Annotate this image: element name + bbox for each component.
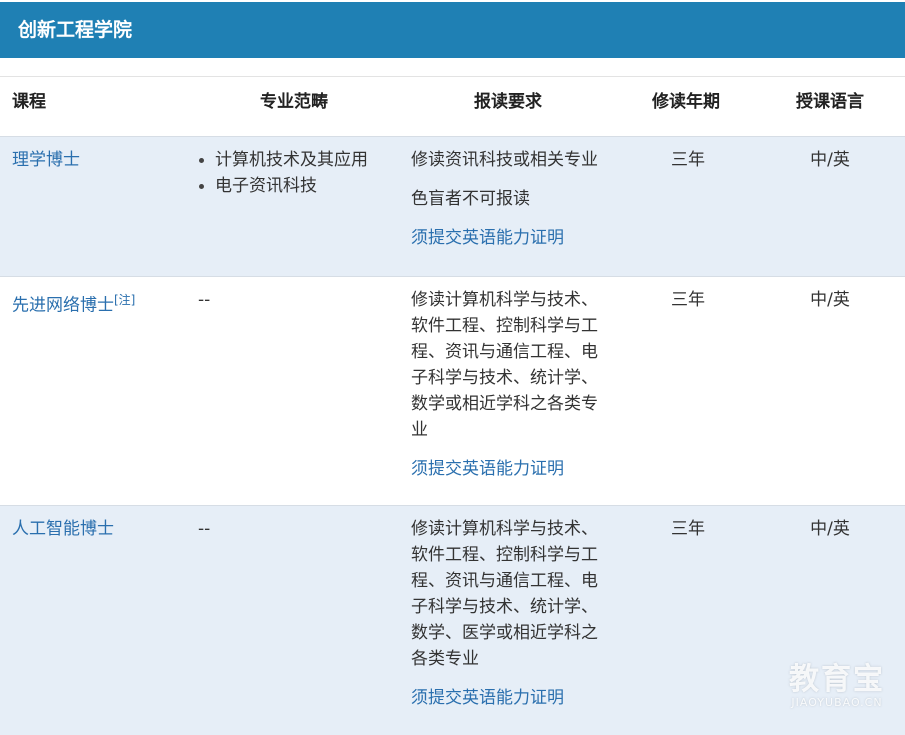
column-header-language: 授课语言 — [796, 92, 864, 112]
english-proof-link[interactable]: 须提交英语能力证明 — [411, 688, 564, 708]
duration-cell: 三年 — [671, 150, 705, 170]
section-title: 创新工程学院 — [18, 19, 133, 41]
range-item-label: 计算机技术及其应用 — [215, 150, 368, 170]
watermark-domain: JIAOYUBAO.CN — [791, 696, 883, 709]
column-header-range: 专业范畴 — [260, 92, 328, 112]
range-list: 计算机技术及其应用 电子资讯科技 — [198, 147, 368, 199]
bullet-icon — [199, 184, 204, 189]
course-link[interactable]: 人工智能博士 — [12, 519, 114, 539]
english-proof-link[interactable]: 须提交英语能力证明 — [411, 459, 564, 479]
column-header-course: 课程 — [12, 92, 46, 112]
range-cell: -- — [198, 290, 211, 310]
language-cell: 中/英 — [810, 519, 850, 539]
requirement-text: 修读计算机科学与技术、软件工程、控制科学与工程、资讯与通信工程、电子科学与技术、… — [411, 290, 598, 440]
column-header-requirements: 报读要求 — [474, 92, 542, 112]
duration-cell: 三年 — [671, 290, 705, 310]
table-row: 人工智能博士 -- 修读计算机科学与技术、软件工程、控制科学与工程、资讯与通信工… — [0, 505, 905, 735]
requirements-cell: 修读计算机科学与技术、软件工程、控制科学与工程、资讯与通信工程、电子科学与技术、… — [411, 287, 607, 495]
range-item-label: 电子资讯科技 — [215, 176, 317, 196]
language-cell: 中/英 — [810, 290, 850, 310]
program-table: 课程 专业范畴 报读要求 修读年期 授课语言 理学博士 计算机技术及其应用 电子… — [0, 76, 905, 735]
course-cell: 先进网络博士[注] — [12, 287, 135, 319]
requirements-cell: 修读计算机科学与技术、软件工程、控制科学与工程、资讯与通信工程、电子科学与技术、… — [411, 516, 607, 724]
requirements-cell: 修读资讯科技或相关专业 色盲者不可报读 须提交英语能力证明 — [411, 147, 607, 264]
course-cell: 理学博士 — [12, 147, 80, 173]
watermark-text: 教育宝 — [789, 662, 885, 697]
section-header: 创新工程学院 — [0, 2, 905, 58]
duration-cell: 三年 — [671, 519, 705, 539]
table-header-row: 课程 专业范畴 报读要求 修读年期 授课语言 — [0, 77, 905, 136]
language-cell: 中/英 — [810, 150, 850, 170]
list-item: 电子资讯科技 — [198, 173, 368, 199]
list-item: 计算机技术及其应用 — [198, 147, 368, 173]
note-marker[interactable]: [注] — [114, 293, 135, 307]
requirement-text: 色盲者不可报读 — [411, 189, 530, 209]
course-link[interactable]: 理学博士 — [12, 150, 80, 170]
table-row: 理学博士 计算机技术及其应用 电子资讯科技 修读资讯科技或相关专业 色盲者不可报… — [0, 136, 905, 276]
range-cell: 计算机技术及其应用 电子资讯科技 — [198, 147, 368, 199]
bullet-icon — [199, 158, 204, 163]
requirement-text: 修读计算机科学与技术、软件工程、控制科学与工程、资讯与通信工程、电子科学与技术、… — [411, 519, 598, 669]
table-row: 先进网络博士[注] -- 修读计算机科学与技术、软件工程、控制科学与工程、资讯与… — [0, 276, 905, 505]
range-cell: -- — [198, 519, 211, 539]
watermark-logo: 教育宝 JIAOYUBAO.CN — [789, 664, 885, 710]
course-cell: 人工智能博士 — [12, 516, 114, 542]
course-link[interactable]: 先进网络博士 — [12, 296, 114, 316]
requirement-text: 修读资讯科技或相关专业 — [411, 150, 598, 170]
column-header-duration: 修读年期 — [652, 92, 720, 112]
english-proof-link[interactable]: 须提交英语能力证明 — [411, 228, 564, 248]
